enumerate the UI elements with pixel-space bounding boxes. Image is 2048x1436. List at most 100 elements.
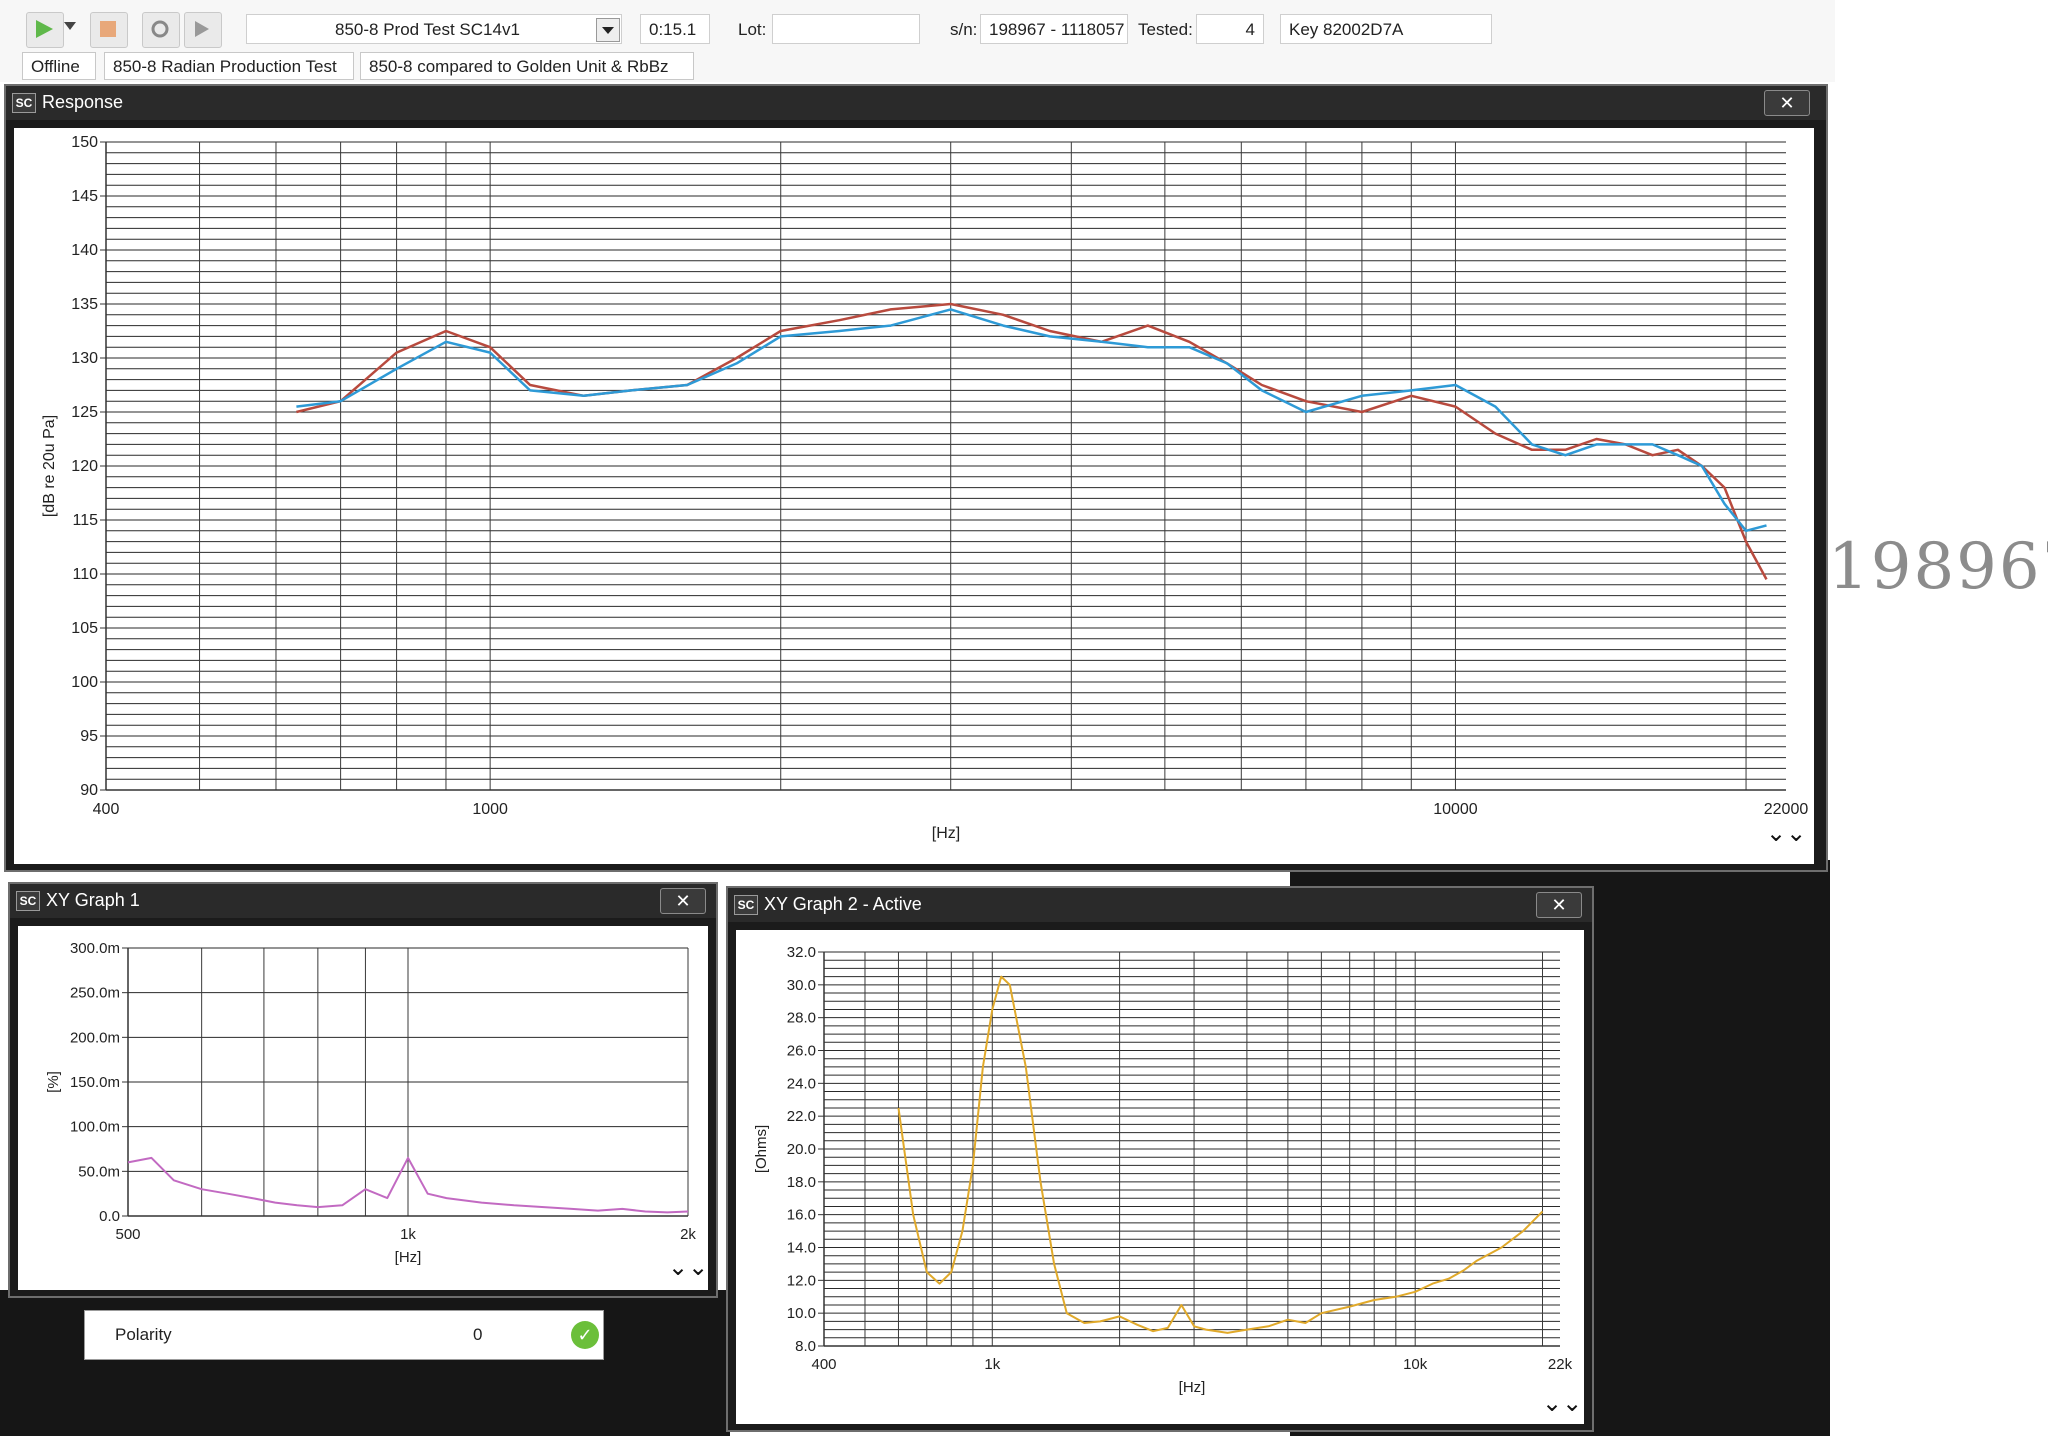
x-tick-label: 22000: [1764, 801, 1809, 818]
refresh-icon: [151, 20, 169, 38]
y-tick-label: 28.0: [787, 1010, 816, 1027]
toolbar: 850-8 Prod Test SC14v1 0:15.1 Lot: s/n: …: [0, 0, 1835, 82]
y-tick-label: 145: [71, 188, 98, 205]
close-button[interactable]: ✕: [660, 888, 706, 914]
refresh-button[interactable]: [142, 12, 180, 48]
tested-label: Tested:: [1138, 20, 1193, 39]
y-tick-label: 250.0m: [70, 985, 120, 1002]
y-tick-label: 16.0: [787, 1207, 816, 1224]
xy-graph-1-titlebar[interactable]: SC XY Graph 1 ✕: [10, 884, 716, 918]
x-tick-label: 10000: [1433, 801, 1478, 818]
polarity-row: Polarity 0 ✓: [84, 1310, 604, 1360]
y-tick-label: 50.0m: [78, 1163, 120, 1180]
y-tick-label: 95: [80, 728, 98, 745]
check-icon: ✓: [571, 1321, 599, 1349]
response-window: SC Response ✕ 90 95 100 105 110 115 120 125 130 1…: [4, 84, 1828, 872]
x-tick-label: 400: [811, 1356, 836, 1373]
key-display: Key 82002D7A: [1280, 14, 1492, 44]
sequence-select[interactable]: 850-8 Prod Test SC14v1: [246, 14, 622, 44]
y-tick-label: 200.0m: [70, 1029, 120, 1046]
x-tick-label: 2k: [680, 1226, 696, 1243]
y-tick-label: 10.0: [787, 1305, 816, 1322]
close-button[interactable]: ✕: [1536, 892, 1582, 918]
xy-graph-2-title: XY Graph 2 - Active: [764, 894, 922, 914]
y-axis-label: [%]: [45, 1071, 62, 1093]
response-chart: 90 95 100 105 110 115 120 125 130 135 140 145 150 400…: [41, 134, 1809, 842]
x-tick-label: 1000: [472, 801, 508, 818]
y-tick-label: 0.0: [99, 1208, 120, 1225]
x-axis-label: [Hz]: [932, 825, 960, 842]
soundcheck-logo-icon: SC: [16, 891, 40, 911]
y-tick-label: 22.0: [787, 1108, 816, 1125]
chevron-down-icon: [602, 27, 614, 34]
close-icon: ✕: [675, 891, 691, 911]
y-tick-label: 30.0: [787, 977, 816, 994]
handwritten-serial: 198967: [1828, 530, 2048, 604]
sequence-value: 850-8 Prod Test SC14v1: [335, 20, 520, 39]
y-tick-label: 100: [71, 674, 98, 691]
polarity-label: Polarity: [115, 1325, 172, 1344]
x-axis-label: [Hz]: [1179, 1379, 1206, 1396]
series-line-red: [296, 302, 1768, 580]
xy-graph-2-titlebar[interactable]: SC XY Graph 2 - Active ✕: [728, 888, 1592, 922]
response-plot-area: 90 95 100 105 110 115 120 125 130 135 140 145 150 400…: [14, 128, 1814, 864]
x-tick-label: 500: [115, 1226, 140, 1243]
polarity-value: 0: [473, 1325, 483, 1344]
x-tick-label: 1k: [984, 1356, 1000, 1373]
response-title: Response: [42, 92, 124, 112]
xy-graph-1-plot-area: 0.0 50.0m 100.0m 150.0m 200.0m 250.0m 300.0m 50…: [18, 926, 708, 1290]
sn-value: 198967 - 1118057: [980, 14, 1128, 44]
description-tab[interactable]: 850-8 compared to Golden Unit & RbBz: [360, 52, 694, 80]
step-icon: [195, 21, 209, 37]
expand-icon[interactable]: ⌄⌄: [1542, 1392, 1582, 1416]
time-display: 0:15.1: [640, 14, 710, 44]
y-tick-label: 100.0m: [70, 1119, 120, 1136]
y-tick-label: 300.0m: [70, 940, 120, 957]
close-button[interactable]: ✕: [1764, 90, 1810, 116]
series-line-blue: [296, 308, 1767, 533]
y-tick-label: 14.0: [787, 1240, 816, 1257]
y-tick-label: 8.0: [795, 1338, 816, 1355]
expand-icon[interactable]: ⌄⌄: [1766, 822, 1806, 846]
y-tick-label: 18.0: [787, 1174, 816, 1191]
y-tick-label: 150.0m: [70, 1074, 120, 1091]
y-tick-label: 105: [71, 620, 98, 637]
close-icon: ✕: [1551, 895, 1567, 915]
toolbar-row-status: Offline 850-8 Radian Production Test 850…: [0, 52, 1835, 82]
y-tick-label: 140: [71, 242, 98, 259]
lot-input[interactable]: [772, 14, 920, 44]
step-button[interactable]: [184, 12, 222, 48]
tested-count: 4: [1196, 14, 1264, 44]
x-tick-label: 400: [93, 801, 120, 818]
y-tick-label: 135: [71, 296, 98, 313]
y-tick-label: 32.0: [787, 944, 816, 961]
xy-graph-2-plot-area: 8.0 10.0 12.0 14.0 16.0 18.0 20.0 22.0 24.0 26.0 2…: [736, 930, 1584, 1424]
xy-graph-2-window: SC XY Graph 2 - Active ✕ 8.0 10.0 12.0 14.0…: [726, 886, 1594, 1432]
stop-icon: [100, 21, 116, 37]
y-tick-label: 110: [72, 566, 98, 583]
xy-graph-1-window: SC XY Graph 1 ✕ 0.0 50.0m 100.0m 150.0m 200.…: [8, 882, 718, 1298]
y-tick-label: 120: [71, 458, 98, 475]
xy-graph-1-title: XY Graph 1: [46, 890, 140, 910]
stop-button[interactable]: [90, 12, 128, 48]
y-tick-label: 115: [72, 512, 98, 529]
response-titlebar[interactable]: SC Response ✕: [6, 86, 1826, 120]
sn-label: s/n:: [950, 20, 978, 39]
y-axis-label: [dB re 20u Pa]: [41, 415, 58, 517]
lot-label: Lot:: [738, 20, 767, 39]
soundcheck-logo-icon: SC: [12, 93, 36, 113]
thd-chart: 0.0 50.0m 100.0m 150.0m 200.0m 250.0m 300.0m 50…: [45, 940, 696, 1266]
sequence-dropdown-button[interactable]: [596, 18, 620, 42]
test-name-tab[interactable]: 850-8 Radian Production Test: [104, 52, 354, 80]
y-tick-label: 12.0: [787, 1272, 816, 1289]
run-button[interactable]: [26, 12, 64, 48]
y-axis-label: [Ohms]: [753, 1125, 770, 1173]
x-tick-label: 1k: [400, 1226, 416, 1243]
expand-icon[interactable]: ⌄⌄: [668, 1256, 708, 1280]
x-tick-label: 10k: [1403, 1356, 1428, 1373]
y-tick-label: 20.0: [787, 1141, 816, 1158]
run-dropdown-icon[interactable]: [64, 22, 76, 30]
series-line-yellow: [897, 975, 1544, 1334]
y-tick-label: 130: [71, 350, 98, 367]
soundcheck-logo-icon: SC: [734, 895, 758, 915]
